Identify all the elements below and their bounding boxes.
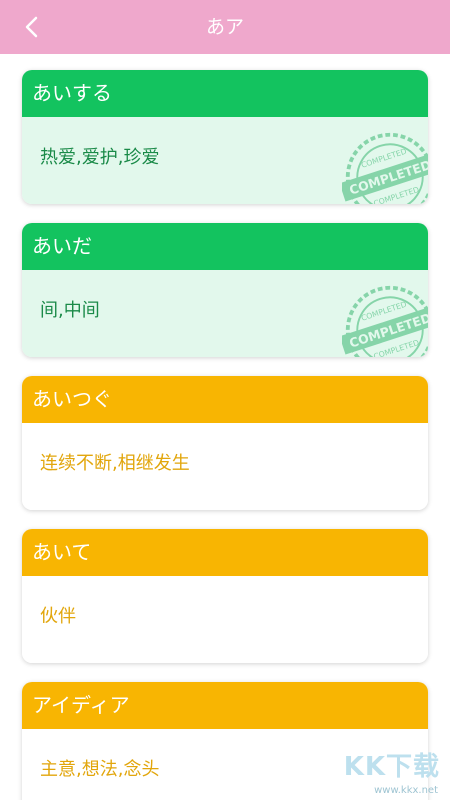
- word-meaning-area: 间,中间 COMPLETED COMPLETED COMPLETED: [22, 270, 428, 357]
- completed-stamp-icon: COMPLETED COMPLETED COMPLETED: [342, 132, 428, 204]
- word-label: アイディア: [22, 682, 428, 729]
- word-card[interactable]: あいする 热爱,爱护,珍爱 COMPLETED COMPLETED COMPLE…: [22, 70, 428, 204]
- word-meaning: 伙伴: [40, 606, 76, 627]
- word-meaning-area: 伙伴: [22, 576, 428, 663]
- word-label: あいて: [22, 529, 428, 576]
- word-meaning-area: 热爱,爱护,珍爱 COMPLETED COMPLETED COMPLETED: [22, 117, 428, 204]
- word-label: あいつぐ: [22, 376, 428, 423]
- word-meaning: 间,中间: [40, 300, 100, 321]
- page-title: あア: [205, 16, 244, 38]
- watermark-brand: KK下载: [343, 752, 440, 782]
- word-label: あいする: [22, 70, 428, 117]
- word-card[interactable]: あいて 伙伴: [22, 529, 428, 663]
- word-meaning: 热爱,爱护,珍爱: [40, 147, 160, 168]
- watermark-url: www.kkx.net: [374, 785, 438, 796]
- word-meaning-area: 连续不断,相继发生: [22, 423, 428, 510]
- completed-stamp-icon: COMPLETED COMPLETED COMPLETED: [342, 285, 428, 357]
- site-watermark: KK下载 www.kkx.net: [324, 744, 444, 796]
- word-label: あいだ: [22, 223, 428, 270]
- word-meaning: 主意,想法,念头: [40, 759, 160, 780]
- top-bar: あア: [0, 0, 450, 54]
- word-meaning: 连续不断,相继发生: [40, 453, 190, 474]
- word-card[interactable]: あいつぐ 连续不断,相继发生: [22, 376, 428, 510]
- word-card[interactable]: あいだ 间,中间 COMPLETED COMPLETED COMPLETED: [22, 223, 428, 357]
- word-list[interactable]: あいする 热爱,爱护,珍爱 COMPLETED COMPLETED COMPLE…: [0, 54, 450, 800]
